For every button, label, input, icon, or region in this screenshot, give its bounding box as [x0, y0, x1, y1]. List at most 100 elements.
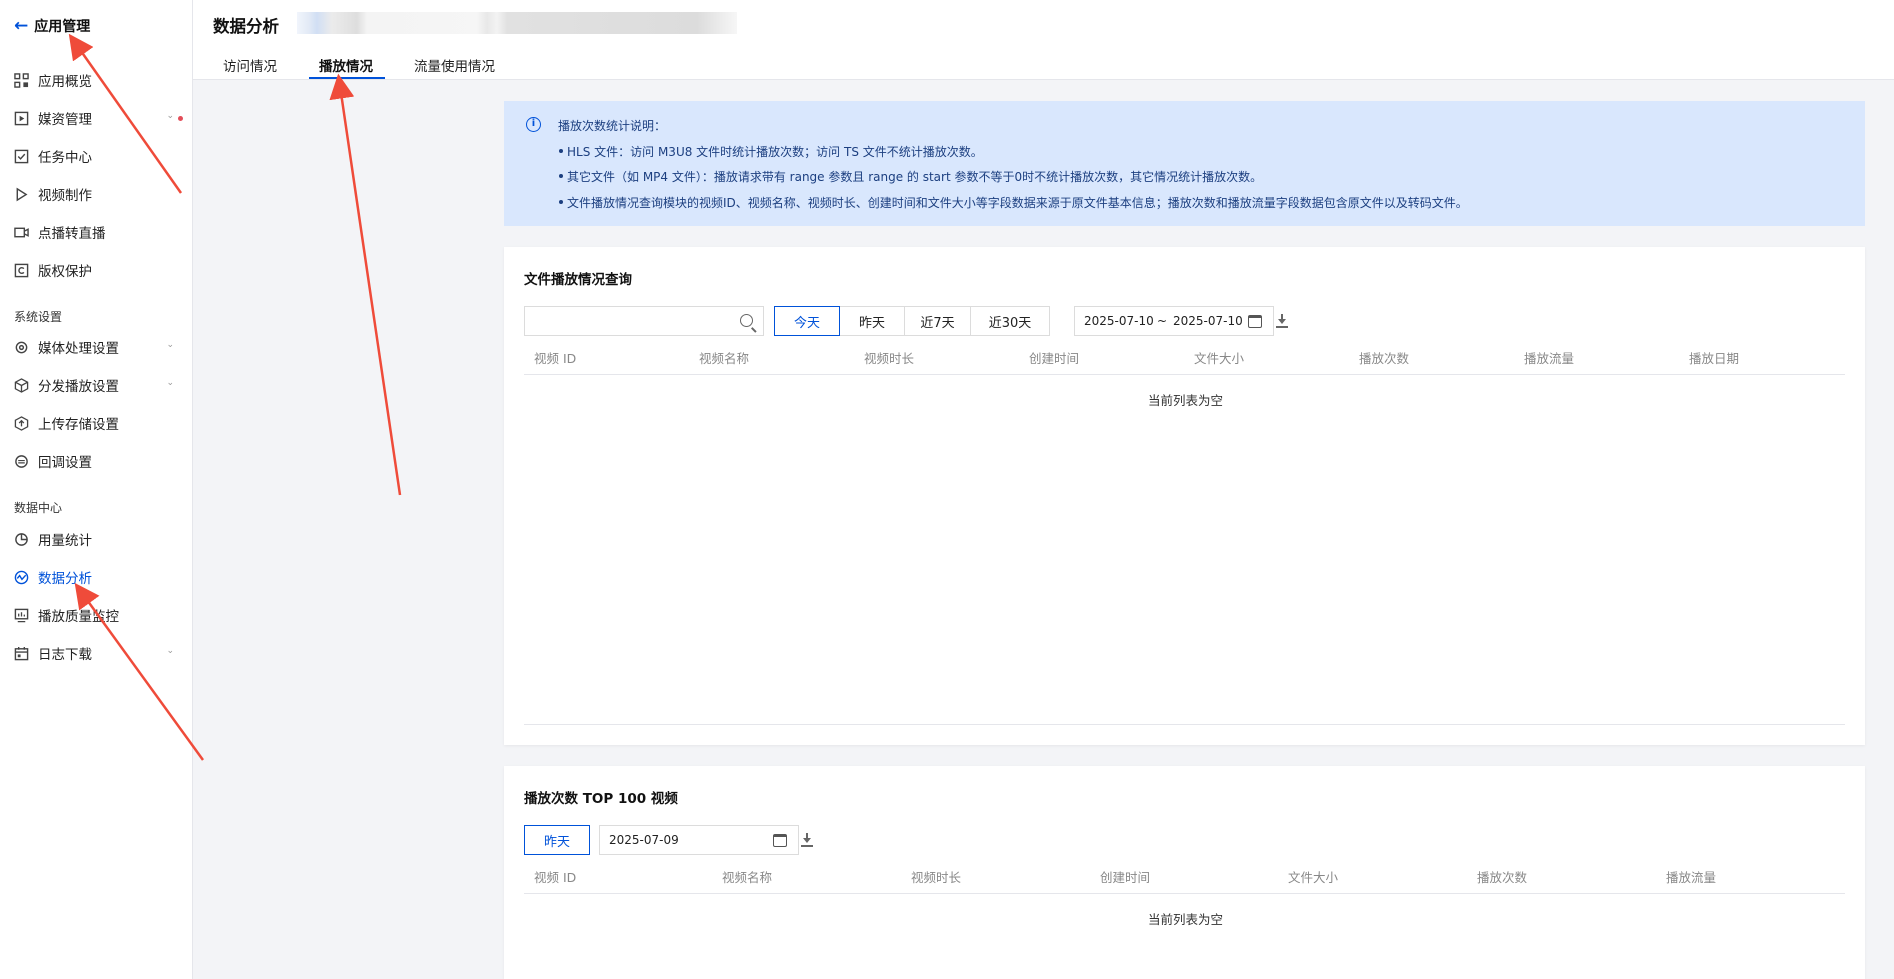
active-tab-indicator [309, 77, 385, 79]
sidebar-item-label: 数据分析 [38, 571, 92, 587]
refresh-icon [14, 454, 29, 469]
top100-videos-card: 播放次数 TOP 100 视频 昨天 2025-07-09 视频 ID 视频名称… [504, 766, 1865, 979]
info-icon: i [526, 117, 541, 132]
notification-dot [178, 116, 183, 121]
tab-playback[interactable]: 播放情况 [319, 55, 373, 75]
column-header: 文件大小 [1194, 351, 1245, 366]
column-header: 视频 ID [534, 870, 577, 885]
bullet-dot [559, 149, 563, 153]
range-today-button[interactable]: 今天 [774, 306, 840, 336]
sidebar-group-data: 数据中心 [14, 501, 63, 515]
pulse-icon [14, 570, 29, 585]
sidebar: ← 应用管理 应用概览 媒资管理 ⌄ 任务中心 视频制作 点播转直播 版权保护 … [0, 0, 193, 979]
sidebar-item-label: 媒体处理设置 [38, 341, 119, 357]
card-title: 文件播放情况查询 [524, 272, 632, 288]
sidebar-item-task-center[interactable]: 任务中心 [0, 141, 192, 171]
arrow-left-icon: ← [14, 16, 29, 36]
download-icon[interactable] [1276, 314, 1288, 328]
empty-list-message: 当前列表为空 [1148, 393, 1224, 408]
redacted-app-info [297, 12, 737, 34]
search-input[interactable] [524, 306, 764, 336]
sidebar-item-label: 版权保护 [38, 264, 92, 280]
calendar-icon [1248, 315, 1262, 328]
sidebar-item-label: 日志下载 [38, 647, 92, 663]
column-header: 播放流量 [1524, 351, 1575, 366]
checklist-icon [14, 149, 29, 164]
sidebar-item-label: 回调设置 [38, 455, 92, 471]
notice-line: 文件播放情况查询模块的视频ID、视频名称、视频时长、创建时间和文件大小等字段数据… [567, 196, 1468, 210]
sidebar-item-label: 任务中心 [38, 150, 92, 166]
sidebar-item-label: 视频制作 [38, 188, 92, 204]
column-header: 播放次数 [1359, 351, 1410, 366]
cube-icon [14, 377, 29, 393]
empty-list-message: 当前列表为空 [1148, 912, 1224, 927]
page-title: 数据分析 [213, 17, 279, 36]
sidebar-item-label: 分发播放设置 [38, 379, 119, 395]
sidebar-group-system: 系统设置 [14, 310, 63, 324]
date-start: 2025-07-10 [1084, 314, 1154, 328]
range-yesterday-button[interactable]: 昨天 [839, 306, 905, 336]
range-30days-button[interactable]: 近30天 [970, 306, 1050, 336]
date-range-picker[interactable]: 2025-07-10 ~ 2025-07-10 [1074, 306, 1274, 336]
sidebar-item-label: 上传存储设置 [38, 417, 119, 433]
back-to-app-management[interactable]: ← 应用管理 [14, 14, 90, 38]
column-header: 视频时长 [864, 351, 915, 366]
notice-line: 其它文件（如 MP4 文件）：播放请求带有 range 参数且 range 的 … [567, 170, 1263, 184]
download-icon[interactable] [801, 833, 813, 847]
column-header: 创建时间 [1100, 870, 1151, 885]
annotation-arrow [329, 73, 402, 496]
bullet-dot [559, 174, 563, 178]
tab-access[interactable]: 访问情况 [223, 55, 277, 75]
search-icon[interactable] [740, 314, 753, 327]
sidebar-item-data-analysis[interactable]: 数据分析 [0, 562, 192, 592]
date-value: 2025-07-09 [609, 833, 679, 847]
upload-hex-icon [14, 415, 29, 431]
sidebar-item-label: 用量统计 [38, 533, 92, 549]
sidebar-item-media-assets[interactable]: 媒资管理 ⌄ [0, 103, 192, 133]
chevron-down-icon: ⌄ [166, 378, 174, 388]
monitor-chart-icon [14, 608, 29, 623]
date-separator: ~ [1157, 314, 1168, 328]
sidebar-item-playback-quality[interactable]: 播放质量监控 [0, 600, 192, 630]
sidebar-item-upload-storage[interactable]: 上传存储设置 [0, 408, 192, 438]
pie-chart-icon [14, 532, 29, 547]
sidebar-item-log-download[interactable]: 日志下载 ⌄ [0, 638, 192, 668]
column-header: 播放流量 [1666, 870, 1717, 885]
table-header-divider [524, 374, 1845, 375]
sidebar-item-label: 点播转直播 [38, 226, 106, 242]
card-title: 播放次数 TOP 100 视频 [524, 791, 678, 807]
sidebar-item-copyright[interactable]: 版权保护 [0, 255, 192, 285]
date-end: 2025-07-10 [1173, 314, 1243, 328]
range-yesterday-button[interactable]: 昨天 [524, 825, 590, 855]
chevron-down-icon: ⌄ [166, 111, 174, 121]
sidebar-item-callback[interactable]: 回调设置 [0, 446, 192, 476]
column-header: 播放次数 [1477, 870, 1528, 885]
sidebar-item-app-overview[interactable]: 应用概览 [0, 65, 192, 95]
sidebar-item-distribution[interactable]: 分发播放设置 ⌄ [0, 370, 192, 400]
search-field[interactable] [533, 312, 723, 330]
grid-icon [14, 72, 29, 88]
column-header: 视频 ID [534, 351, 577, 366]
sidebar-item-vod-to-live[interactable]: 点播转直播 [0, 217, 192, 247]
column-header: 视频名称 [722, 870, 773, 885]
sidebar-item-label: 媒资管理 [38, 112, 92, 128]
calendar-icon [773, 834, 787, 847]
sidebar-item-media-processing[interactable]: 媒体处理设置 ⌄ [0, 332, 192, 362]
sidebar-item-label: 播放质量监控 [38, 609, 119, 625]
column-header: 视频时长 [911, 870, 962, 885]
column-header: 播放日期 [1689, 351, 1740, 366]
range-7days-button[interactable]: 近7天 [904, 306, 971, 336]
bullet-dot [559, 200, 563, 204]
sidebar-title: 应用管理 [34, 19, 91, 35]
calendar-icon [14, 646, 29, 661]
copyright-icon [14, 263, 29, 278]
sidebar-item-video-production[interactable]: 视频制作 [0, 179, 192, 209]
chevron-down-icon: ⌄ [166, 646, 174, 656]
page-header: 数据分析 访问情况 播放情况 流量使用情况 [193, 0, 1894, 80]
tab-traffic-usage[interactable]: 流量使用情况 [414, 55, 495, 75]
file-playback-query-card: 文件播放情况查询 今天 昨天 近7天 近30天 2025-07-10 ~ 202… [504, 247, 1865, 745]
notice-line: HLS 文件：访问 M3U8 文件时统计播放次数；访问 TS 文件不统计播放次数… [567, 145, 983, 159]
sidebar-item-usage-stats[interactable]: 用量统计 [0, 524, 192, 554]
camera-icon [14, 225, 29, 240]
date-picker[interactable]: 2025-07-09 [599, 825, 799, 855]
